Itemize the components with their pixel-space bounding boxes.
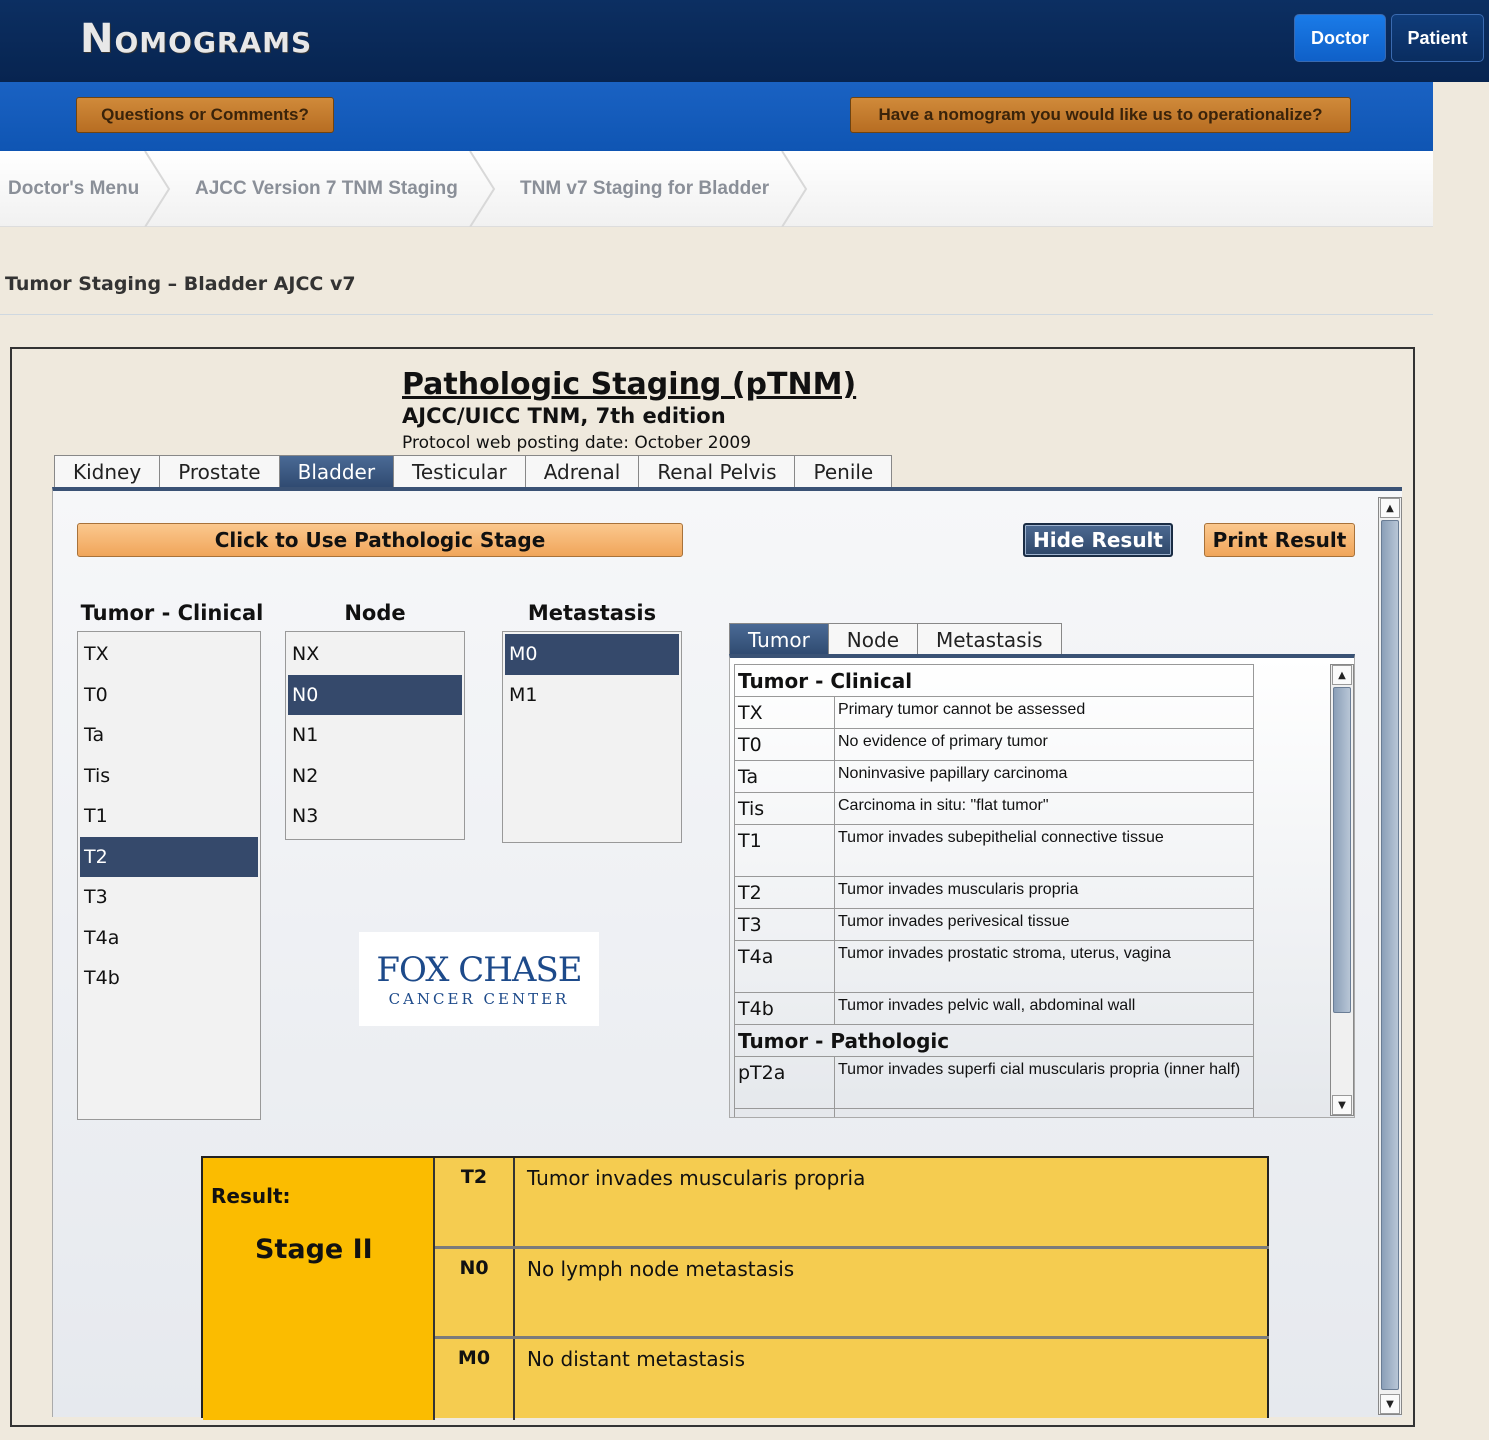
list-item[interactable]: T4b (80, 958, 258, 999)
list-item[interactable]: T1 (80, 796, 258, 837)
scrollbar-thumb[interactable] (1333, 687, 1351, 1013)
print-result-button[interactable]: Print Result (1204, 523, 1355, 557)
action-bar: Questions or Comments? Have a nomogram y… (0, 82, 1433, 151)
scroll-up-icon[interactable]: ▲ (1380, 498, 1400, 518)
list-item-selected[interactable]: N0 (288, 674, 462, 715)
breadcrumb: Doctor's Menu AJCC Version 7 TNM Staging… (0, 151, 1433, 227)
bladder-panel: ▲ ▼ Click to Use Pathologic Stage Hide R… (52, 487, 1402, 1420)
table-row: T0 No evidence of primary tumor (734, 728, 1254, 760)
breadcrumb-doctors-menu[interactable]: Doctor's Menu (8, 151, 139, 227)
top-header: Nomograms Doctor Patient (0, 0, 1489, 82)
metastasis-listbox[interactable]: M0 M1 (502, 631, 682, 843)
list-item[interactable]: TX (80, 634, 258, 675)
breadcrumb-bladder[interactable]: TNM v7 Staging for Bladder (520, 151, 769, 227)
fox-chase-logo: FOX CHASE CANCER CENTER (359, 932, 599, 1026)
scroll-down-icon[interactable]: ▼ (1380, 1394, 1400, 1414)
result-row-tumor: T2 Tumor invades muscularis propria (435, 1158, 1269, 1249)
result-row-metastasis: M0 No distant metastasis (435, 1339, 1269, 1420)
scroll-down-icon[interactable]: ▼ (1332, 1095, 1352, 1115)
table-row: T4b Tumor invades pelvic wall, abdominal… (734, 992, 1254, 1024)
table-row: T1 Tumor invades subepithelial connectiv… (734, 824, 1254, 876)
definition-tabs: Tumor Node Metastasis (729, 623, 1062, 655)
node-listbox[interactable]: NX N0 N1 N2 N3 (285, 631, 465, 840)
tab-bladder[interactable]: Bladder (278, 455, 395, 488)
node-column-header: Node (344, 601, 406, 625)
page-title: Tumor Staging – Bladder AJCC v7 (5, 273, 356, 295)
use-pathologic-stage-button[interactable]: Click to Use Pathologic Stage (77, 523, 683, 557)
list-item[interactable]: N2 (288, 756, 462, 797)
table-row: Tis Carcinoma in situ: "flat tumor" (734, 792, 1254, 824)
table-row: pT2a Tumor invades superfi cial muscular… (734, 1056, 1254, 1108)
table-row: T3 Tumor invades perivesical tissue (734, 908, 1254, 940)
list-item-selected[interactable]: T2 (80, 836, 258, 877)
divider (0, 314, 1433, 315)
list-item[interactable]: T3 (80, 877, 258, 918)
tab-node[interactable]: Node (827, 623, 918, 655)
result-row-node: N0 No lymph node metastasis (435, 1249, 1269, 1339)
staging-app-frame: Pathologic Staging (pTNM) AJCC/UICC TNM,… (10, 347, 1415, 1427)
definition-panel: ▲ ▼ Tumor - Clinical TX Primary tumor ca… (729, 654, 1355, 1118)
list-item[interactable]: Tis (80, 756, 258, 797)
list-item[interactable]: M1 (505, 675, 679, 716)
table-row: TX Primary tumor cannot be assessed (734, 696, 1254, 728)
hide-result-button[interactable]: Hide Result (1023, 523, 1173, 557)
suggest-nomogram-button[interactable]: Have a nomogram you would like us to ope… (850, 97, 1351, 133)
breadcrumb-chevron-icon (469, 151, 496, 227)
definition-table: Tumor - Clinical TX Primary tumor cannot… (734, 664, 1254, 1117)
tab-penile[interactable]: Penile (794, 455, 893, 488)
panel-scrollbar[interactable]: ▲ ▼ (1378, 497, 1402, 1415)
scrollbar-thumb[interactable] (1381, 520, 1399, 1390)
breadcrumb-ajcc-v7[interactable]: AJCC Version 7 TNM Staging (195, 151, 458, 227)
tab-prostate[interactable]: Prostate (159, 455, 280, 488)
tab-metastasis[interactable]: Metastasis (917, 623, 1062, 655)
staging-subtitle: AJCC/UICC TNM, 7th edition (402, 404, 726, 428)
staging-title: Pathologic Staging (pTNM) (402, 367, 857, 402)
table-row: T2 Tumor invades muscularis propria (734, 876, 1254, 908)
nomograms-logo[interactable]: Nomograms (80, 16, 312, 62)
result-panel: Result: Stage II T2 Tumor invades muscul… (201, 1156, 1269, 1420)
definition-scrollbar[interactable]: ▲ ▼ (1330, 664, 1354, 1116)
doctor-button[interactable]: Doctor (1294, 14, 1386, 62)
organ-tabs: Kidney Prostate Bladder Testicular Adren… (54, 455, 893, 488)
list-item[interactable]: N1 (288, 715, 462, 756)
list-item[interactable]: T4a (80, 918, 258, 959)
questions-button[interactable]: Questions or Comments? (76, 97, 334, 133)
patient-button[interactable]: Patient (1391, 14, 1484, 62)
tab-renal-pelvis[interactable]: Renal Pelvis (638, 455, 796, 488)
scroll-up-icon[interactable]: ▲ (1332, 665, 1352, 685)
pathologic-section-header: Tumor - Pathologic (734, 1024, 1254, 1056)
result-stage: Stage II (255, 1234, 373, 1265)
list-item[interactable]: T0 (80, 675, 258, 716)
result-label: Result: (211, 1184, 291, 1208)
tab-adrenal[interactable]: Adrenal (524, 455, 640, 488)
breadcrumb-chevron-icon (781, 151, 808, 227)
table-row (734, 1108, 1254, 1117)
tab-kidney[interactable]: Kidney (54, 455, 161, 488)
tab-testicular[interactable]: Testicular (393, 455, 526, 488)
list-item[interactable]: Ta (80, 715, 258, 756)
result-summary: Result: Stage II (203, 1158, 435, 1420)
table-row: T4a Tumor invades prostatic stroma, uter… (734, 940, 1254, 992)
breadcrumb-chevron-icon (144, 151, 171, 227)
protocol-date: Protocol web posting date: October 2009 (402, 433, 752, 453)
list-item[interactable]: N3 (288, 796, 462, 837)
tumor-listbox[interactable]: TX T0 Ta Tis T1 T2 T3 T4a T4b (77, 631, 261, 1120)
tab-tumor[interactable]: Tumor (729, 623, 829, 655)
clinical-section-header: Tumor - Clinical (734, 664, 1254, 696)
table-row: Ta Noninvasive papillary carcinoma (734, 760, 1254, 792)
tumor-column-header: Tumor - Clinical (80, 601, 264, 625)
list-item[interactable]: NX (288, 634, 462, 675)
metastasis-column-header: Metastasis (527, 601, 657, 625)
list-item-selected[interactable]: M0 (505, 634, 679, 675)
